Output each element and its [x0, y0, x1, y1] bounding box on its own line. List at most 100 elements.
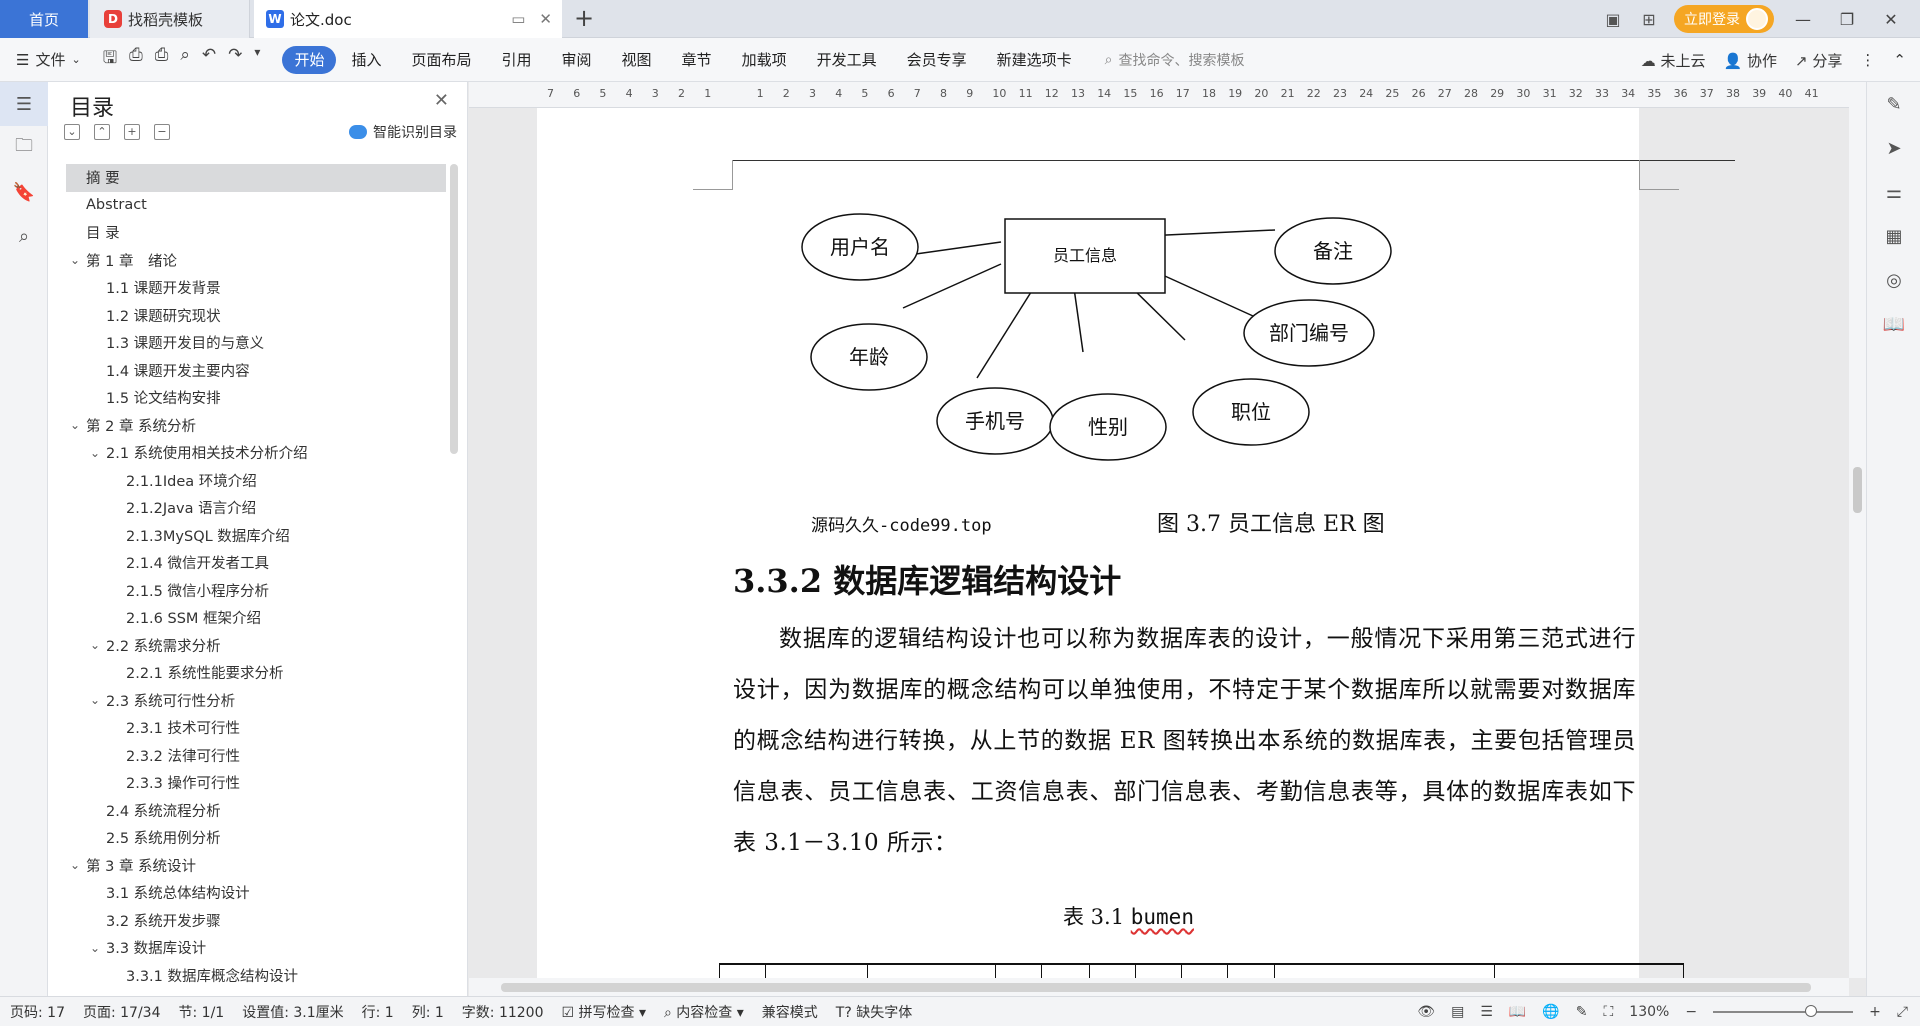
- vertical-scroll-thumb[interactable]: [1853, 467, 1862, 513]
- outline-item[interactable]: Abstract: [66, 192, 446, 220]
- close-icon[interactable]: ✕: [434, 90, 449, 111]
- outline-scrollbar[interactable]: [450, 164, 458, 454]
- chevron-down-icon[interactable]: ⌄: [70, 858, 86, 872]
- outline-item[interactable]: 3.3.1 数据库概念结构设计: [66, 962, 446, 984]
- close-window-icon[interactable]: ✕: [1876, 10, 1906, 29]
- outline-item[interactable]: 1.1 课题开发背景: [66, 274, 446, 302]
- outline-item[interactable]: 1.5 论文结构安排: [66, 384, 446, 412]
- outline-icon[interactable]: ☰: [0, 82, 48, 126]
- menu-tab[interactable]: 新建选项卡: [982, 46, 1087, 74]
- search-icon[interactable]: ⌕: [0, 214, 48, 258]
- outline-item[interactable]: ⌄ 3.3 数据库设计: [66, 934, 446, 962]
- customize-toolbar-icon[interactable]: ▾: [254, 45, 260, 74]
- collapse-up-icon[interactable]: ⌃: [94, 124, 110, 140]
- chapter-nav-icon[interactable]: 🗀: [0, 126, 48, 170]
- outline-item[interactable]: 2.3.3 操作可行性: [66, 769, 446, 797]
- reader-icon[interactable]: 📖: [1867, 302, 1920, 346]
- fit-page-icon[interactable]: ⛶: [1603, 1004, 1613, 1020]
- outline-item[interactable]: 摘 要: [66, 164, 446, 192]
- minimize-icon[interactable]: —: [1788, 10, 1818, 29]
- command-search[interactable]: ⌕ 查找命令、搜索模板: [1105, 50, 1245, 70]
- smart-toc-button[interactable]: 智能识别目录: [349, 122, 457, 142]
- menu-tab[interactable]: 加载项: [727, 46, 802, 74]
- outline-item[interactable]: 2.3.2 法律可行性: [66, 742, 446, 770]
- layout-icon[interactable]: ▣: [1602, 8, 1624, 30]
- chevron-down-icon[interactable]: ⌄: [70, 418, 86, 432]
- image-tool-icon[interactable]: ▦: [1867, 214, 1920, 258]
- collapse-ribbon-icon[interactable]: ⌃: [1893, 51, 1906, 69]
- cloud-status-button[interactable]: ☁ 未上云: [1641, 50, 1706, 71]
- write-view-icon[interactable]: ✎: [1576, 1004, 1588, 1020]
- outline-item[interactable]: 2.1.1Idea 环境介绍: [66, 467, 446, 495]
- outline-item[interactable]: ⌄ 第 2 章 系统分析: [66, 412, 446, 440]
- document-page[interactable]: 员工信息 用户名 年龄 手机号 性别 职位 部门编号 备注 源码久久-code9…: [537, 108, 1735, 978]
- outline-item[interactable]: 2.1.5 微信小程序分析: [66, 577, 446, 605]
- read-view-icon[interactable]: 📖: [1509, 1004, 1526, 1020]
- print-preview-icon[interactable]: ⌕: [180, 45, 190, 74]
- outline-item[interactable]: 目 录: [66, 219, 446, 247]
- chevron-down-icon[interactable]: ⌄: [90, 941, 106, 955]
- zoom-level[interactable]: 130%: [1629, 1004, 1669, 1020]
- remove-heading-icon[interactable]: −: [154, 124, 170, 140]
- status-page-number[interactable]: 页码: 17: [10, 1002, 65, 1022]
- vertical-scrollbar[interactable]: [1849, 82, 1866, 978]
- menu-tab[interactable]: 开发工具: [802, 46, 892, 74]
- menu-tab[interactable]: 会员专享: [892, 46, 982, 74]
- page-view-icon[interactable]: ▤: [1451, 1004, 1464, 1020]
- collab-button[interactable]: 👤 协作: [1724, 50, 1777, 71]
- chevron-down-icon[interactable]: ⌄: [70, 253, 86, 267]
- tab-docer-templates[interactable]: D 找稻壳模板: [90, 0, 250, 38]
- horizontal-scroll-thumb[interactable]: [501, 983, 1811, 992]
- outline-item[interactable]: 2.2.1 系统性能要求分析: [66, 659, 446, 687]
- share-button[interactable]: ↗ 分享: [1795, 50, 1842, 71]
- menu-tab[interactable]: 审阅: [547, 46, 607, 74]
- export-pdf-icon[interactable]: ⎙: [129, 45, 143, 74]
- outline-item[interactable]: 2.1.3MySQL 数据库介绍: [66, 522, 446, 550]
- missing-font-button[interactable]: T? 缺失字体: [836, 1002, 912, 1022]
- menu-tab[interactable]: 章节: [667, 46, 727, 74]
- menu-tab[interactable]: 引用: [487, 46, 547, 74]
- outline-item[interactable]: 2.1.4 微信开发者工具: [66, 549, 446, 577]
- chevron-down-icon[interactable]: ⌄: [90, 638, 106, 652]
- outline-item[interactable]: 2.1.2Java 语言介绍: [66, 494, 446, 522]
- outline-item[interactable]: 1.3 课题开发目的与意义: [66, 329, 446, 357]
- login-button[interactable]: 立即登录: [1674, 5, 1774, 33]
- zoom-slider-knob[interactable]: [1805, 1005, 1818, 1017]
- close-tab-icon[interactable]: ✕: [539, 10, 552, 28]
- outline-item[interactable]: ⌄ 2.1 系统使用相关技术分析介绍: [66, 439, 446, 467]
- outline-item[interactable]: ⌄ 第 1 章 绪论: [66, 247, 446, 275]
- zoom-slider[interactable]: [1713, 1005, 1854, 1017]
- restore-icon[interactable]: ❐: [1832, 10, 1862, 29]
- outline-item[interactable]: 3.1 系统总体结构设计: [66, 879, 446, 907]
- eye-protection-icon[interactable]: 👁: [1417, 1004, 1435, 1020]
- apps-grid-icon[interactable]: ⊞: [1638, 8, 1660, 30]
- outline-item[interactable]: 2.4 系统流程分析: [66, 797, 446, 825]
- chevron-down-icon[interactable]: ⌄: [90, 446, 106, 460]
- menu-tab[interactable]: 视图: [607, 46, 667, 74]
- fullscreen-icon[interactable]: ⤢: [1897, 1004, 1908, 1020]
- content-check-button[interactable]: ⌕ 内容检查 ▾: [664, 1002, 744, 1022]
- new-tab-button[interactable]: +: [574, 6, 594, 30]
- save-icon[interactable]: 🖫: [103, 45, 117, 74]
- redo-icon[interactable]: ↷: [228, 45, 242, 74]
- outline-item[interactable]: 2.3.1 技术可行性: [66, 714, 446, 742]
- add-heading-icon[interactable]: +: [124, 124, 140, 140]
- ai-assistant-icon[interactable]: ◎: [1867, 258, 1920, 302]
- chevron-down-icon[interactable]: ⌄: [90, 693, 106, 707]
- zoom-out-icon[interactable]: −: [1685, 1004, 1697, 1020]
- outline-item[interactable]: ⌄ 第 3 章 系统设计: [66, 852, 446, 880]
- menu-tab[interactable]: 开始: [282, 45, 337, 74]
- document-viewport[interactable]: 员工信息 用户名 年龄 手机号 性别 职位 部门编号 备注 源码久久-code9…: [469, 108, 1849, 978]
- file-menu[interactable]: ☰ 文件 ⌄: [16, 49, 81, 70]
- menu-tab[interactable]: 页面布局: [396, 46, 486, 74]
- tab-document[interactable]: W 论文.doc ▭ ✕: [254, 0, 562, 38]
- print-icon[interactable]: ⎙: [155, 45, 169, 74]
- tab-home[interactable]: 首页: [0, 0, 88, 38]
- spell-check-toggle[interactable]: ☑ 拼写检查 ▾: [562, 1002, 647, 1022]
- undo-icon[interactable]: ↶: [202, 45, 216, 74]
- expand-down-icon[interactable]: ⌄: [64, 124, 80, 140]
- status-word-count[interactable]: 字数: 11200: [462, 1002, 544, 1022]
- outline-item[interactable]: 2.5 系统用例分析: [66, 824, 446, 852]
- outline-item[interactable]: 3.2 系统开发步骤: [66, 907, 446, 935]
- outline-item[interactable]: 1.2 课题研究现状: [66, 302, 446, 330]
